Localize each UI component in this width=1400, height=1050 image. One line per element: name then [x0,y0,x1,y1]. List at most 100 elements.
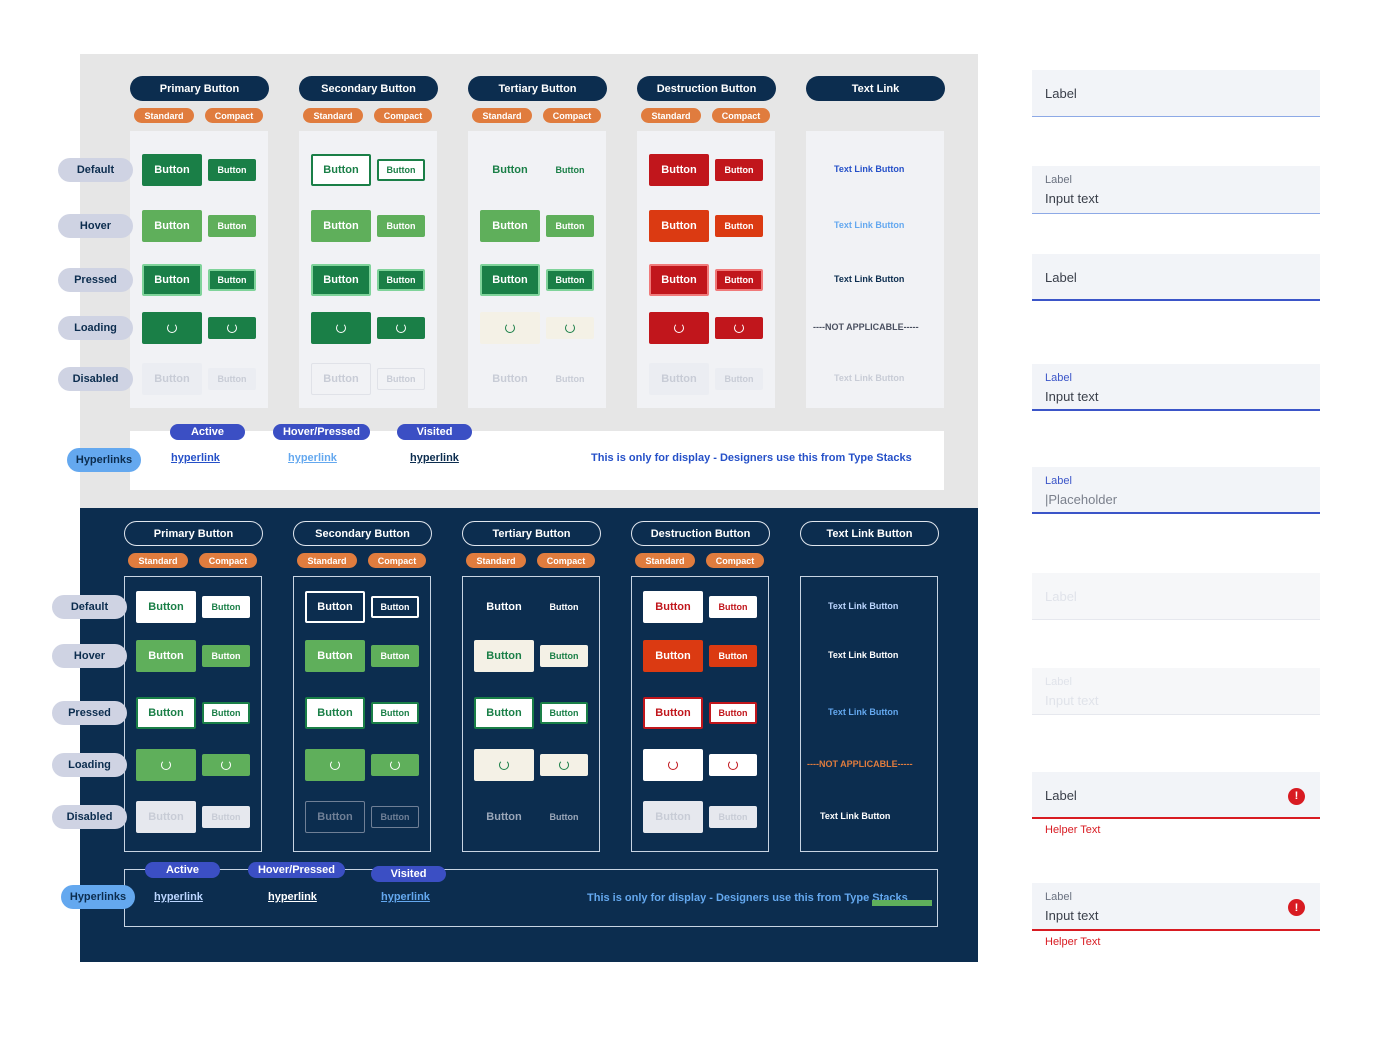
light-tertiary-loading-compact-button[interactable] [546,317,594,339]
light-destruction-disabled-standard-button[interactable]: Button [649,363,709,395]
dark-tertiary-hover-compact-button[interactable]: Button [540,645,588,667]
dark-secondary-disabled-standard-button[interactable]: Button [305,801,365,833]
dark-destruction-disabled-standard-button[interactable]: Button [643,801,703,833]
dark-secondary-hover-standard-button[interactable]: Button [305,640,365,672]
dark-destruction-loading-compact-button[interactable] [709,754,757,776]
dark-secondary-default-compact-button[interactable]: Button [371,596,419,618]
light-text-link-default[interactable]: Text Link Button [834,164,904,174]
input-field-focused-filled[interactable]: Label Input text [1032,364,1320,411]
light-hyperlink-visited[interactable]: hyperlink [410,452,459,464]
dark-tertiary-default-compact-button[interactable]: Button [540,596,588,618]
dark-destruction-pressed-compact-button[interactable]: Button [709,702,757,724]
dark-destruction-default-standard-button[interactable]: Button [643,591,703,623]
dark-tertiary-pressed-compact-button[interactable]: Button [540,702,588,724]
light-destruction-pressed-standard-button[interactable]: Button [649,264,709,296]
dark-text-link-disabled[interactable]: Text Link Button [820,811,890,821]
light-tertiary-disabled-compact-button[interactable]: Button [546,368,594,390]
dark-destruction-disabled-compact-button[interactable]: Button [709,806,757,828]
light-destruction-default-standard-button[interactable]: Button [649,154,709,186]
light-secondary-loading-standard-button[interactable] [311,312,371,344]
light-primary-hover-standard-button[interactable]: Button [142,210,202,242]
light-destruction-hover-standard-button[interactable]: Button [649,210,709,242]
light-text-link-disabled[interactable]: Text Link Button [834,373,904,383]
input-field-filled[interactable]: Label Input text [1032,166,1320,214]
light-secondary-default-compact-button[interactable]: Button [377,159,425,181]
dark-destruction-hover-compact-button[interactable]: Button [709,645,757,667]
light-primary-loading-compact-button[interactable] [208,317,256,339]
dark-secondary-hover-compact-button[interactable]: Button [371,645,419,667]
dark-primary-hover-compact-button[interactable]: Button [202,645,250,667]
dark-destruction-hover-standard-button[interactable]: Button [643,640,703,672]
light-secondary-disabled-standard-button[interactable]: Button [311,363,371,395]
dark-destruction-loading-standard-button[interactable] [643,749,703,781]
dark-tertiary-disabled-standard-button[interactable]: Button [474,801,534,833]
light-destruction-loading-standard-button[interactable] [649,312,709,344]
light-tertiary-hover-compact-button[interactable]: Button [546,215,594,237]
dark-primary-loading-compact-button[interactable] [202,754,250,776]
dark-text-link-hover[interactable]: Text Link Button [828,650,898,660]
dark-secondary-loading-standard-button[interactable] [305,749,365,781]
light-tertiary-default-compact-button[interactable]: Button [546,159,594,181]
light-text-link-pressed[interactable]: Text Link Button [834,274,904,284]
light-hyperlink-hover-pressed[interactable]: hyperlink [288,452,337,464]
light-primary-loading-standard-button[interactable] [142,312,202,344]
light-destruction-hover-compact-button[interactable]: Button [715,215,763,237]
input-field-error-empty[interactable]: Label! [1032,772,1320,819]
input-field-error-filled[interactable]: Label Input text! [1032,883,1320,931]
light-primary-disabled-compact-button[interactable]: Button [208,368,256,390]
light-secondary-pressed-standard-button[interactable]: Button [311,264,371,296]
light-destruction-loading-compact-button[interactable] [715,317,763,339]
dark-destruction-pressed-standard-button[interactable]: Button [643,697,703,729]
light-destruction-pressed-compact-button[interactable]: Button [715,269,763,291]
dark-primary-disabled-standard-button[interactable]: Button [136,801,196,833]
light-primary-default-standard-button[interactable]: Button [142,154,202,186]
light-secondary-default-standard-button[interactable]: Button [311,154,371,186]
light-tertiary-pressed-standard-button[interactable]: Button [480,264,540,296]
dark-tertiary-loading-compact-button[interactable] [540,754,588,776]
dark-primary-disabled-compact-button[interactable]: Button [202,806,250,828]
input-field-placeholder[interactable]: Label |Placeholder [1032,467,1320,514]
light-secondary-hover-standard-button[interactable]: Button [311,210,371,242]
dark-tertiary-pressed-standard-button[interactable]: Button [474,697,534,729]
light-primary-hover-compact-button[interactable]: Button [208,215,256,237]
dark-primary-loading-standard-button[interactable] [136,749,196,781]
light-hyperlink-active[interactable]: hyperlink [171,452,220,464]
light-tertiary-hover-standard-button[interactable]: Button [480,210,540,242]
dark-secondary-disabled-compact-button[interactable]: Button [371,806,419,828]
dark-tertiary-loading-standard-button[interactable] [474,749,534,781]
dark-tertiary-disabled-compact-button[interactable]: Button [540,806,588,828]
dark-hyperlink-hover-pressed[interactable]: hyperlink [268,891,317,903]
dark-text-link-default[interactable]: Text Link Button [828,601,898,611]
dark-primary-pressed-standard-button[interactable]: Button [136,697,196,729]
light-tertiary-disabled-standard-button[interactable]: Button [480,363,540,395]
dark-secondary-pressed-compact-button[interactable]: Button [371,702,419,724]
light-primary-default-compact-button[interactable]: Button [208,159,256,181]
light-text-link-hover[interactable]: Text Link Button [834,220,904,230]
dark-tertiary-hover-standard-button[interactable]: Button [474,640,534,672]
light-secondary-pressed-compact-button[interactable]: Button [377,269,425,291]
dark-tertiary-default-standard-button[interactable]: Button [474,591,534,623]
light-primary-pressed-compact-button[interactable]: Button [208,269,256,291]
light-primary-pressed-standard-button[interactable]: Button [142,264,202,296]
dark-text-link-pressed[interactable]: Text Link Button [828,707,898,717]
dark-primary-default-compact-button[interactable]: Button [202,596,250,618]
dark-primary-pressed-compact-button[interactable]: Button [202,702,250,724]
light-destruction-disabled-compact-button[interactable]: Button [715,368,763,390]
light-secondary-disabled-compact-button[interactable]: Button [377,368,425,390]
dark-hyperlink-visited[interactable]: hyperlink [381,891,430,903]
dark-secondary-default-standard-button[interactable]: Button [305,591,365,623]
dark-primary-default-standard-button[interactable]: Button [136,591,196,623]
dark-primary-hover-standard-button[interactable]: Button [136,640,196,672]
input-field-focused-empty[interactable]: Label [1032,254,1320,301]
light-primary-disabled-standard-button[interactable]: Button [142,363,202,395]
input-field-empty[interactable]: Label [1032,70,1320,117]
light-secondary-hover-compact-button[interactable]: Button [377,215,425,237]
dark-secondary-loading-compact-button[interactable] [371,754,419,776]
light-secondary-loading-compact-button[interactable] [377,317,425,339]
light-tertiary-pressed-compact-button[interactable]: Button [546,269,594,291]
light-tertiary-loading-standard-button[interactable] [480,312,540,344]
dark-destruction-default-compact-button[interactable]: Button [709,596,757,618]
light-destruction-default-compact-button[interactable]: Button [715,159,763,181]
dark-secondary-pressed-standard-button[interactable]: Button [305,697,365,729]
dark-hyperlink-active[interactable]: hyperlink [154,891,203,903]
